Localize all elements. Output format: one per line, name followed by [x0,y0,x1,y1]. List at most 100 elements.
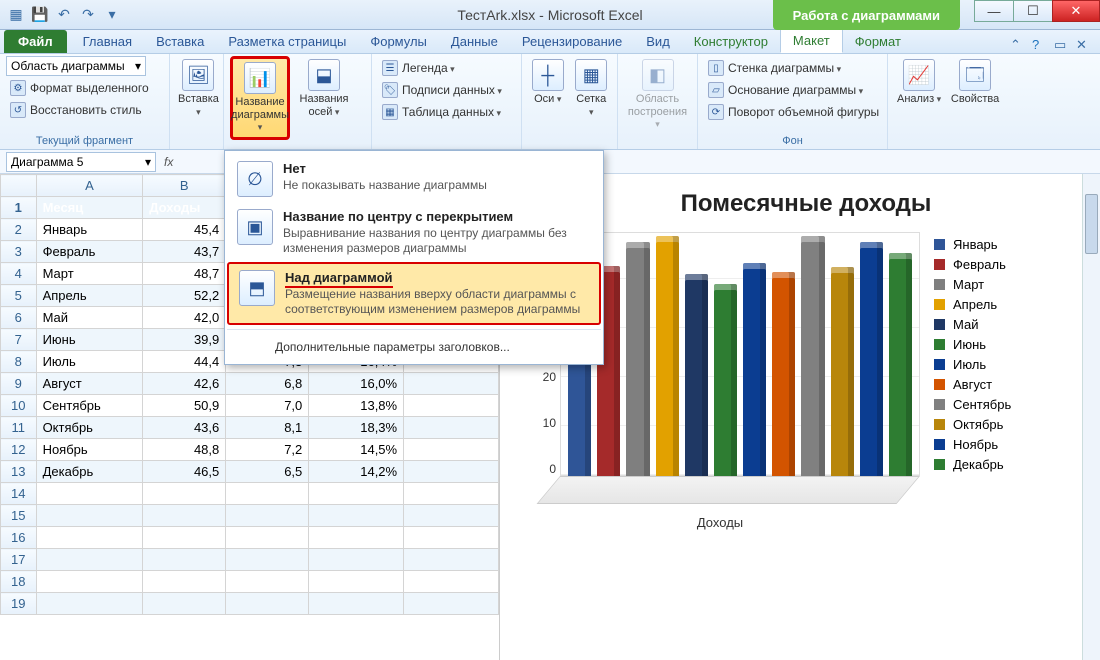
cell[interactable] [36,483,143,505]
insert-button[interactable]: 🖼 Вставка [176,56,221,121]
cell[interactable]: 52,2 [143,285,226,307]
cell[interactable] [226,527,309,549]
dropdown-item-centered-overlay[interactable]: ▣ Название по центру с перекрытием Вырав… [227,203,601,262]
cell[interactable]: 48,8 [143,439,226,461]
tab-макет[interactable]: Макет [780,26,843,53]
dropdown-more-options[interactable]: Дополнительные параметры заголовков... [227,334,601,360]
cell[interactable]: Февраль [36,241,143,263]
chart-floor-button[interactable]: ▱Основание диаграммы [704,80,883,100]
cell[interactable]: 6,8 [226,373,309,395]
cell[interactable] [226,549,309,571]
cell[interactable]: 7,0 [226,395,309,417]
qat-dropdown-icon[interactable]: ▾ [102,5,122,25]
legend-item[interactable]: Август [934,377,1011,392]
scrollbar-thumb[interactable] [1085,194,1098,254]
cell[interactable]: 7,2 [226,439,309,461]
axis-titles-button[interactable]: ⬓ Названия осей [294,56,354,121]
gridlines-button[interactable]: ▦Сетка [572,56,612,121]
chart-bar[interactable] [889,253,912,476]
cell[interactable] [309,483,404,505]
cell[interactable]: 14,5% [309,439,404,461]
chart-wall-button[interactable]: ▯Стенка диаграммы [704,58,883,78]
cell[interactable] [309,505,404,527]
cell[interactable] [36,549,143,571]
maximize-button[interactable]: ☐ [1013,0,1053,22]
cell[interactable]: 46,5 [143,461,226,483]
cell[interactable] [143,571,226,593]
cell[interactable]: 13,8% [309,395,404,417]
rotation-3d-button[interactable]: ⟳Поворот объемной фигуры [704,102,883,122]
minimize-ribbon-icon[interactable]: ⌃ [1010,37,1026,53]
cell[interactable]: 42,6 [143,373,226,395]
cell[interactable]: 43,7 [143,241,226,263]
cell[interactable] [309,549,404,571]
row-header[interactable]: 6 [1,307,37,329]
chart-bar[interactable] [656,236,679,476]
row-header[interactable]: 8 [1,351,37,373]
row-header[interactable]: 19 [1,593,37,615]
legend-item[interactable]: Сентябрь [934,397,1011,412]
tab-file[interactable]: Файл [4,30,67,53]
cell[interactable] [226,483,309,505]
dropdown-item-none[interactable]: ∅ Нет Не показывать название диаграммы [227,155,601,203]
cell[interactable]: 50,9 [143,395,226,417]
chart-legend[interactable]: ЯнварьФевральМартАпрельМайИюньИюльАвгуст… [934,232,1011,532]
close-button[interactable]: ✕ [1052,0,1100,22]
cell[interactable]: Апрель [36,285,143,307]
cell[interactable]: 16,0% [309,373,404,395]
row-header[interactable]: 3 [1,241,37,263]
vertical-scrollbar[interactable] [1082,174,1100,660]
legend-item[interactable]: Октябрь [934,417,1011,432]
legend-item[interactable]: Июль [934,357,1011,372]
close-workbook-icon[interactable]: ✕ [1076,37,1092,53]
legend-item[interactable]: Февраль [934,257,1011,272]
cell[interactable] [309,527,404,549]
cell[interactable]: 48,7 [143,263,226,285]
chart-bar[interactable] [714,284,737,476]
row-header[interactable]: 12 [1,439,37,461]
chart-bar[interactable] [860,242,883,476]
cell[interactable]: Июнь [36,329,143,351]
tab-формулы[interactable]: Формулы [358,30,439,53]
minimize-button[interactable]: — [974,0,1014,22]
redo-icon[interactable]: ↷ [78,5,98,25]
cell[interactable]: 14,2% [309,461,404,483]
row-header[interactable]: 15 [1,505,37,527]
cell[interactable] [36,571,143,593]
cell[interactable]: 39,9 [143,329,226,351]
tab-вставка[interactable]: Вставка [144,30,216,53]
row-header[interactable]: 2 [1,219,37,241]
tab-разметка страницы[interactable]: Разметка страницы [216,30,358,53]
row-header[interactable]: 18 [1,571,37,593]
cell[interactable] [36,527,143,549]
reset-style-button[interactable]: ↺Восстановить стиль [6,100,163,120]
tab-формат[interactable]: Формат [843,30,913,53]
cell[interactable] [226,505,309,527]
cell[interactable]: Октябрь [36,417,143,439]
legend-item[interactable]: Январь [934,237,1011,252]
cell[interactable]: Август [36,373,143,395]
legend-item[interactable]: Декабрь [934,457,1011,472]
cell[interactable] [143,593,226,615]
row-header[interactable]: 1 [1,197,37,219]
legend-item[interactable]: Ноябрь [934,437,1011,452]
tab-рецензирование[interactable]: Рецензирование [510,30,634,53]
cell[interactable] [36,593,143,615]
chart-bar[interactable] [743,263,766,476]
column-header-B[interactable]: B [143,175,226,197]
chart-bar[interactable] [626,242,649,476]
row-header[interactable]: 13 [1,461,37,483]
cell[interactable] [143,505,226,527]
row-header[interactable]: 14 [1,483,37,505]
row-header[interactable]: 16 [1,527,37,549]
tab-главная[interactable]: Главная [71,30,144,53]
select-all-corner[interactable] [1,175,37,197]
row-header[interactable]: 11 [1,417,37,439]
cell[interactable] [143,483,226,505]
chart-bar[interactable] [801,236,824,476]
row-header[interactable]: 10 [1,395,37,417]
header-cell[interactable]: Доходы [143,197,226,219]
cell[interactable] [226,571,309,593]
row-header[interactable]: 9 [1,373,37,395]
legend-button[interactable]: ☰Легенда [378,58,506,78]
